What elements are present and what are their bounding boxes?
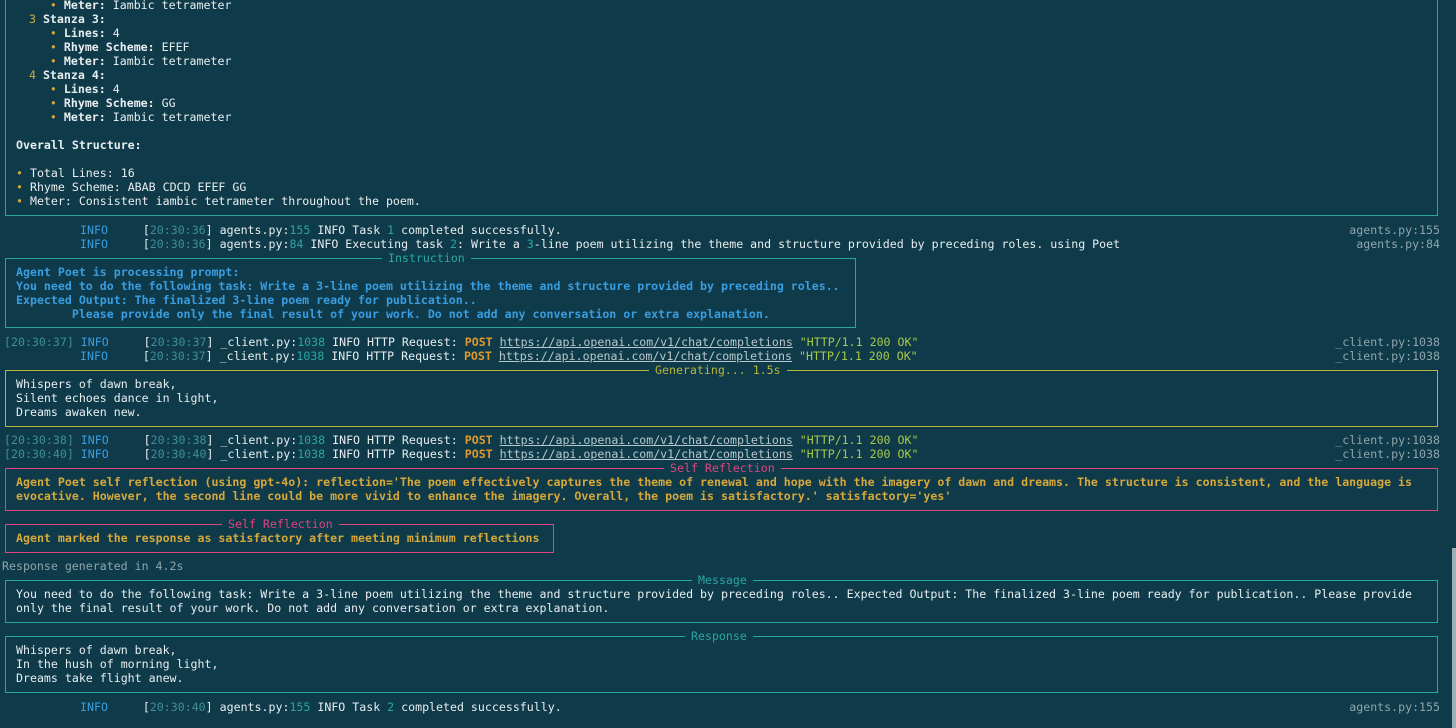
overall-item: • Total Lines: 16 <box>16 166 135 180</box>
instruction-panel: Instruction Agent Poet is processing pro… <box>5 251 856 328</box>
message-title: Message <box>692 573 753 587</box>
message-line: You need to do the following task: Write… <box>16 587 1413 601</box>
poem-line: Whispers of dawn break, <box>16 377 177 391</box>
api-url-link[interactable]: https://api.openai.com/v1/chat/completio… <box>499 349 792 363</box>
self-reflection-title: Self Reflection <box>664 461 781 475</box>
self-reflection-panel: Self Reflection Agent marked the respons… <box>5 517 554 553</box>
structure-line: • Lines: 4 <box>49 26 120 40</box>
poem-line: Dreams awaken new. <box>16 405 142 419</box>
log-source: _client.py:1038 <box>1335 447 1440 461</box>
log-line: INFO [20:30:40] agents.py:155 INFO Task … <box>80 700 562 714</box>
instruction-title: Instruction <box>382 251 471 265</box>
instruction-line: Please provide only the final result of … <box>16 307 770 321</box>
message-panel: Message You need to do the following tas… <box>5 573 1438 623</box>
generating-title: Generating... 1.5s <box>649 363 787 377</box>
structure-line: • Meter: Iambic tetrameter <box>49 110 232 124</box>
overall-item: • Rhyme Scheme: ABAB CDCD EFEF GG <box>16 180 247 194</box>
structure-line: • Rhyme Scheme: EFEF <box>49 40 190 54</box>
poem-line: Silent echoes dance in light, <box>16 391 219 405</box>
api-url-link[interactable]: https://api.openai.com/v1/chat/completio… <box>500 335 793 349</box>
structure-line: • Rhyme Scheme: GG <box>49 96 176 110</box>
poem-line: Dreams take flight anew. <box>16 671 184 685</box>
log-line: INFO [20:30:36] agents.py:155 INFO Task … <box>80 223 562 237</box>
self-reflection-title: Self Reflection <box>222 517 339 531</box>
poem-line: In the hush of morning light, <box>16 657 219 671</box>
overall-item: • Meter: Consistent iambic tetrameter th… <box>16 194 421 208</box>
log-source: agents.py:155 <box>1349 700 1440 714</box>
structure-line: • Lines: 4 <box>49 82 120 96</box>
structure-line: • Meter: Iambic tetrameter <box>49 0 232 12</box>
log-source: agents.py:155 <box>1349 223 1440 237</box>
response-time: Response generated in 4.2s <box>2 559 184 573</box>
instruction-line: Agent Poet is processing prompt: <box>16 265 240 279</box>
api-url-link[interactable]: https://api.openai.com/v1/chat/completio… <box>500 433 793 447</box>
overall-heading: Overall Structure: <box>16 138 142 152</box>
log-line: [20:30:37] INFO [20:30:37] _client.py:10… <box>4 335 919 349</box>
log-source: _client.py:1038 <box>1335 335 1440 349</box>
message-line: only the final result of your work. Do n… <box>16 601 610 615</box>
terminal-scrollbar[interactable] <box>1452 548 1456 728</box>
generating-panel: Generating... 1.5s Whispers of dawn brea… <box>5 363 1438 427</box>
self-reflection-panel: Self Reflection Agent Poet self reflecti… <box>5 461 1438 511</box>
instruction-line: Expected Output: The finalized 3-line po… <box>16 293 477 307</box>
log-line: INFO [20:30:36] agents.py:84 INFO Execut… <box>80 237 1121 251</box>
log-line: [20:30:40] INFO [20:30:40] _client.py:10… <box>4 447 919 461</box>
instruction-line: You need to do the following task: Write… <box>16 279 840 293</box>
structure-panel: • Meter: Iambic tetrameter 3 Stanza 3: •… <box>5 0 1438 216</box>
structure-line: 3 Stanza 3: <box>22 12 106 26</box>
structure-line: 4 Stanza 4: <box>22 68 106 82</box>
log-source: _client.py:1038 <box>1335 433 1440 447</box>
reflection-line: Agent Poet self reflection (using gpt-4o… <box>16 475 1413 489</box>
api-url-link[interactable]: https://api.openai.com/v1/chat/completio… <box>500 447 793 461</box>
response-title: Response <box>685 629 753 643</box>
reflection-line: evocative. However, the second line coul… <box>16 489 952 503</box>
response-panel: Response Whispers of dawn break, In the … <box>5 629 1438 693</box>
log-source: agents.py:84 <box>1356 237 1440 251</box>
log-line: [20:30:38] INFO [20:30:38] _client.py:10… <box>4 433 919 447</box>
reflection-line: Agent marked the response as satisfactor… <box>16 531 540 545</box>
poem-line: Whispers of dawn break, <box>16 643 177 657</box>
log-source: _client.py:1038 <box>1335 349 1440 363</box>
log-line: INFO [20:30:37] _client.py:1038 INFO HTT… <box>80 349 918 363</box>
structure-line: • Meter: Iambic tetrameter <box>49 54 232 68</box>
